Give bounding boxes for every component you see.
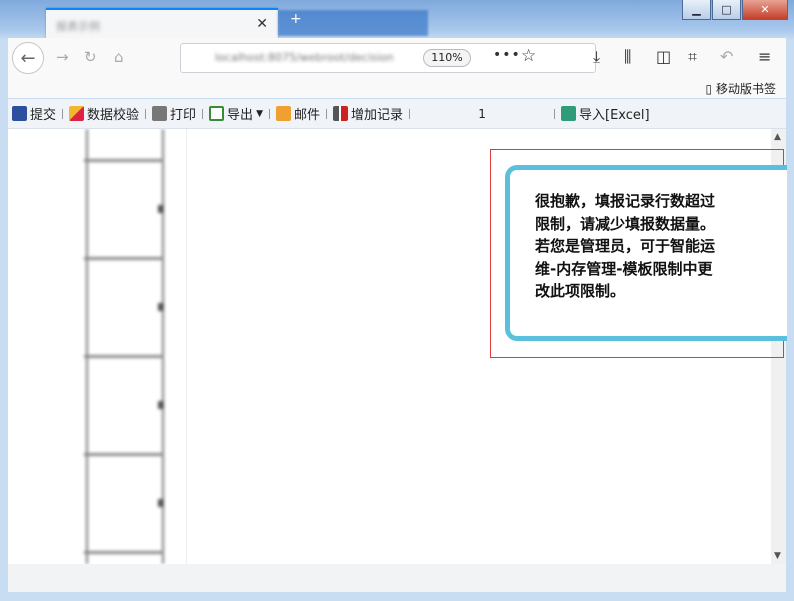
browser-window: ▁ □ ✕ 报表示例 ✕ + ← → ↻ ⌂ localhost:8075/we… — [0, 0, 794, 601]
excel-icon — [561, 106, 577, 121]
add-record-label: 增加记录 — [351, 108, 404, 123]
email-button[interactable]: 邮件 — [272, 103, 324, 125]
menu-icon[interactable]: ≡ — [758, 47, 771, 66]
report-toolbar: 提交 数据校验 打印 导出 ▼ 邮件 增加记录 1 导入[Excel] — [8, 99, 786, 129]
email-label: 邮件 — [293, 108, 320, 123]
download-icon[interactable]: ⤓ — [593, 47, 600, 67]
export-icon — [209, 106, 225, 121]
submit-button[interactable]: 提交 — [8, 103, 60, 125]
url-text: localhost:8075/webroot/decision — [215, 51, 394, 64]
reload-icon[interactable]: ↻ — [84, 48, 97, 66]
bookmark-star-icon[interactable]: ☆ — [521, 46, 536, 66]
zoom-indicator[interactable]: 110% — [423, 49, 471, 67]
grid-line — [86, 129, 88, 564]
record-count-field[interactable]: 1 — [412, 107, 552, 121]
home-icon[interactable]: ⌂ — [114, 48, 124, 66]
back-button[interactable]: ← — [12, 42, 44, 74]
chevron-down-icon: ▼ — [256, 108, 263, 119]
cell-marker — [158, 303, 164, 311]
library-icon[interactable]: ⫼ — [624, 47, 631, 67]
page-actions-icon[interactable]: ••• — [493, 47, 521, 63]
scroll-down-icon[interactable]: ▼ — [774, 551, 781, 561]
cell-marker — [158, 401, 164, 409]
export-dropdown[interactable]: 导出 ▼ — [205, 103, 267, 125]
toolbar-separator — [62, 108, 64, 119]
grid-line — [84, 257, 164, 260]
import-excel-button[interactable]: 导入[Excel] — [557, 103, 654, 125]
printer-icon — [152, 106, 168, 121]
navigation-toolbar: ← → ↻ ⌂ localhost:8075/webroot/decision … — [8, 38, 786, 79]
new-tab-icon[interactable]: + — [290, 11, 302, 27]
submit-label: 提交 — [30, 108, 57, 123]
undo-icon[interactable]: ↶ — [720, 47, 733, 66]
print-label: 打印 — [170, 108, 197, 123]
phone-icon: ▯ — [705, 82, 713, 96]
export-label: 导出 — [227, 108, 254, 123]
toolbar-separator — [268, 108, 270, 119]
forward-icon[interactable]: → — [56, 48, 69, 66]
grid-line — [84, 159, 164, 162]
tab-close-icon[interactable]: ✕ — [256, 16, 268, 32]
toolbar-separator — [326, 108, 327, 119]
grid-line — [84, 355, 164, 358]
url-bar[interactable]: localhost:8075/webroot/decision 110% •••… — [180, 43, 596, 73]
pencil-icon — [69, 106, 85, 121]
toolbar-separator — [202, 108, 204, 119]
validate-label: 数据校验 — [87, 108, 140, 123]
mobile-bookmarks-label: 移动版书签 — [715, 82, 776, 96]
grid-line — [84, 453, 164, 456]
tab-title: 报表示例 — [56, 20, 100, 33]
save-icon — [12, 106, 27, 121]
import-excel-label: 导入[Excel] — [579, 108, 650, 123]
alert-dialog: 很抱歉，填报记录行数超过限制，请减少填报数据量。若您是管理员，可于智能运维-内存… — [505, 165, 787, 341]
alert-message: 很抱歉，填报记录行数超过限制，请减少填报数据量。若您是管理员，可于智能运维-内存… — [535, 192, 716, 300]
browser-tab-active[interactable]: 报表示例 ✕ — [46, 8, 278, 40]
back-arrow-icon: ← — [20, 47, 36, 69]
report-grid-fragment — [84, 129, 174, 564]
status-bar — [8, 564, 786, 592]
sidebar-icon[interactable]: ◫ — [656, 47, 671, 66]
envelope-icon — [275, 106, 291, 121]
mobile-bookmarks[interactable]: ▯ 移动版书签 — [706, 80, 776, 97]
add-record-icon — [333, 106, 348, 121]
toolbar-separator — [554, 108, 556, 119]
add-record-button[interactable]: 增加记录 — [329, 103, 407, 125]
bookmarks-toolbar: ▯ 移动版书签 — [8, 78, 786, 98]
toolbar-separator — [145, 108, 147, 119]
grid-line — [186, 129, 187, 564]
toolbar-separator — [409, 108, 411, 119]
screenshot-crop-icon[interactable]: ⌗ — [688, 47, 697, 67]
grid-line — [84, 551, 164, 554]
scroll-up-icon[interactable]: ▲ — [774, 132, 781, 142]
cell-marker — [158, 205, 164, 213]
print-button[interactable]: 打印 — [148, 103, 200, 125]
tab-strip: 报表示例 ✕ + — [8, 6, 786, 40]
validate-button[interactable]: 数据校验 — [65, 103, 143, 125]
cell-marker — [158, 499, 164, 507]
